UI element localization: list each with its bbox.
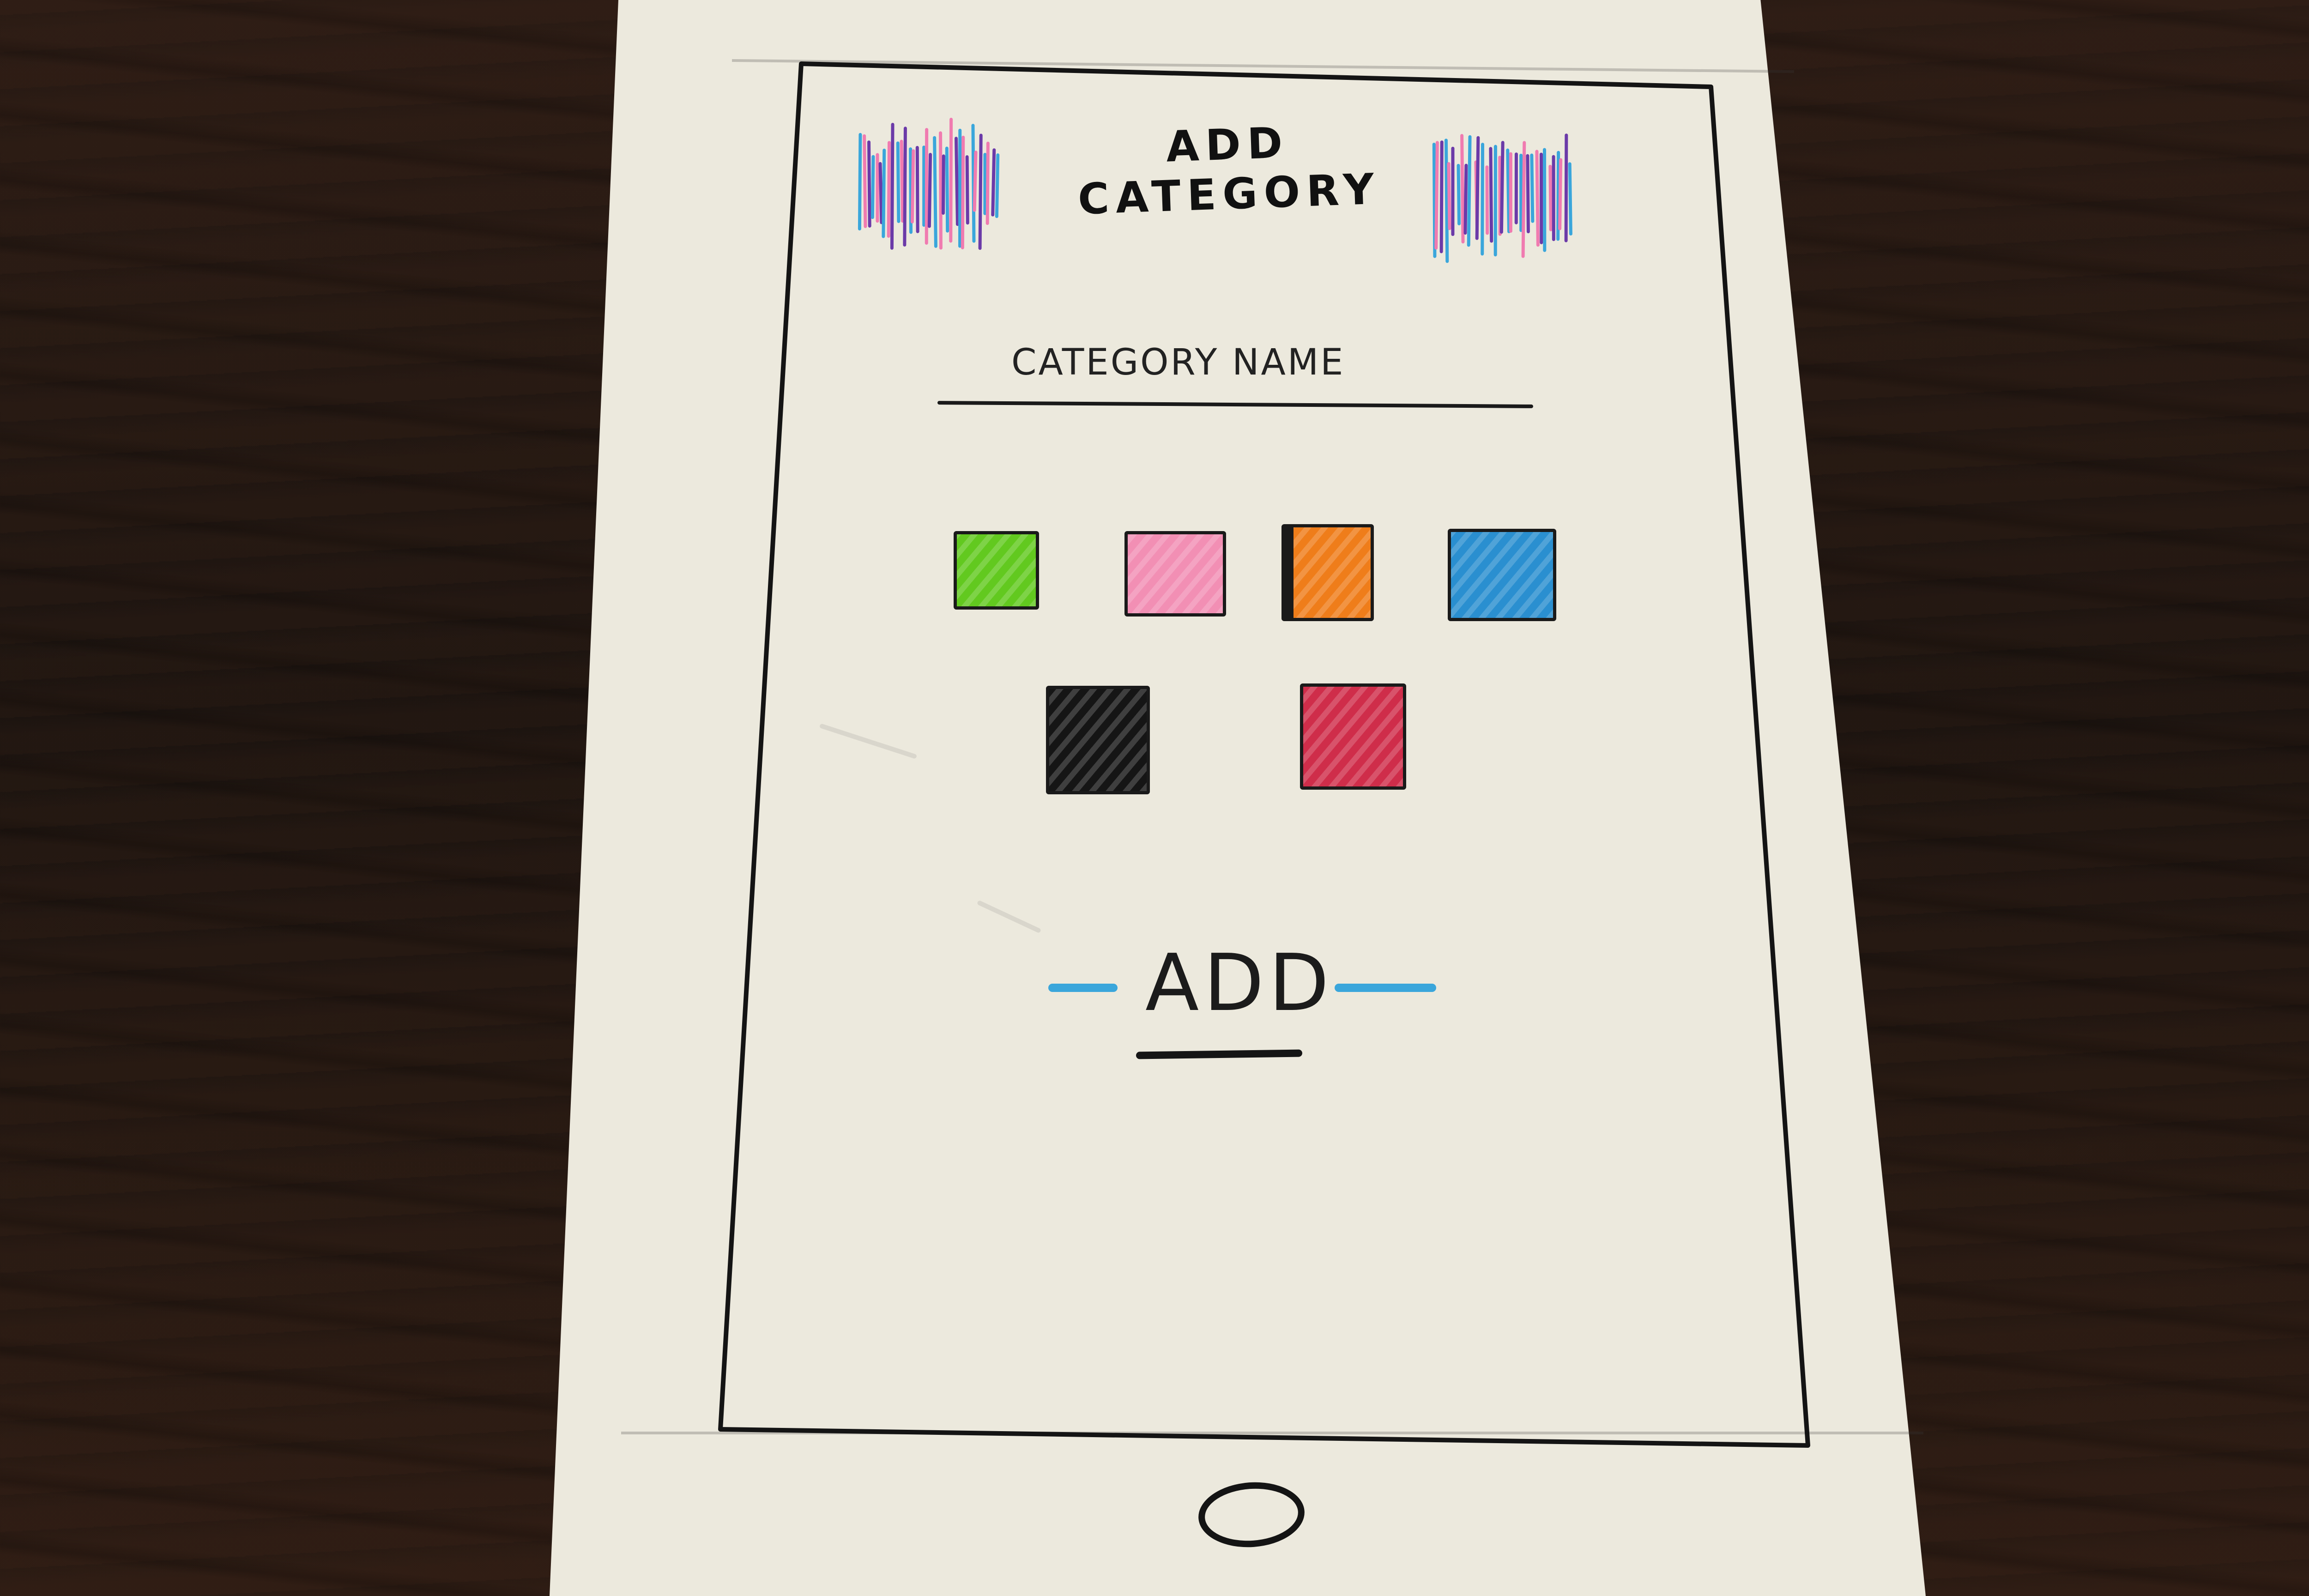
scribble-stroke [1526, 154, 1530, 234]
scribble-stroke [1506, 148, 1511, 233]
scribble-stroke [896, 141, 901, 223]
color-swatch-black[interactable] [1046, 686, 1150, 794]
scribble-stroke [1568, 162, 1572, 236]
add-button[interactable]: ADD [1048, 937, 1445, 1076]
add-button-underline [1136, 1049, 1303, 1059]
scribble-stroke [1463, 163, 1468, 235]
scribble-stroke [878, 162, 883, 224]
page-title: ADD CATEGORY [1077, 118, 1382, 224]
scribble-stroke [915, 146, 919, 233]
scribble-stroke [858, 133, 862, 231]
scribble-stroke [955, 137, 959, 226]
scribble-stroke [933, 136, 937, 248]
scribble-stroke [973, 151, 978, 212]
scribble-stroke [1521, 141, 1526, 258]
color-swatch-orange[interactable] [1281, 524, 1374, 621]
scribble-stroke [985, 141, 990, 225]
scribble-stroke [910, 149, 915, 224]
scribble-stroke [890, 122, 895, 250]
scribble-stroke [978, 133, 983, 250]
scribble-stroke [903, 127, 907, 247]
scribble-stroke [927, 153, 932, 228]
color-swatch-red[interactable] [1300, 683, 1406, 790]
scribble-stroke [900, 139, 905, 223]
scribble-stroke [1481, 143, 1485, 256]
scribble-stroke [1467, 135, 1472, 247]
category-name-placeholder: CATEGORY NAME [1011, 342, 1345, 383]
scribble-stroke [882, 148, 886, 238]
color-swatch-blue[interactable] [1448, 529, 1556, 621]
category-name-input[interactable]: CATEGORY NAME [937, 332, 1534, 408]
phone-screen-outline [718, 60, 1817, 1450]
scribble-stroke [870, 155, 875, 219]
scribble-stroke [1548, 164, 1553, 231]
scribble-stroke [1457, 163, 1461, 225]
color-swatch-pink[interactable] [1124, 531, 1226, 617]
scribble-stroke [1475, 136, 1480, 240]
scribble-stroke [991, 148, 996, 217]
scribble-stroke [1558, 158, 1563, 230]
scribble-stroke [1499, 141, 1505, 234]
color-swatch-green[interactable] [954, 531, 1039, 610]
add-button-accent-right [1335, 984, 1436, 992]
add-button-label: ADD [1145, 937, 1334, 1029]
scribble-stroke [1489, 147, 1493, 243]
scribble-stroke [1460, 134, 1465, 244]
scribble-stroke [867, 140, 871, 228]
scribble-stroke [1530, 153, 1535, 223]
title-scribble-left [858, 118, 1000, 250]
scribble-stroke [863, 134, 867, 228]
scribble-stroke [961, 135, 965, 249]
add-button-accent-left [1048, 984, 1118, 992]
scribble-stroke [1535, 150, 1540, 247]
